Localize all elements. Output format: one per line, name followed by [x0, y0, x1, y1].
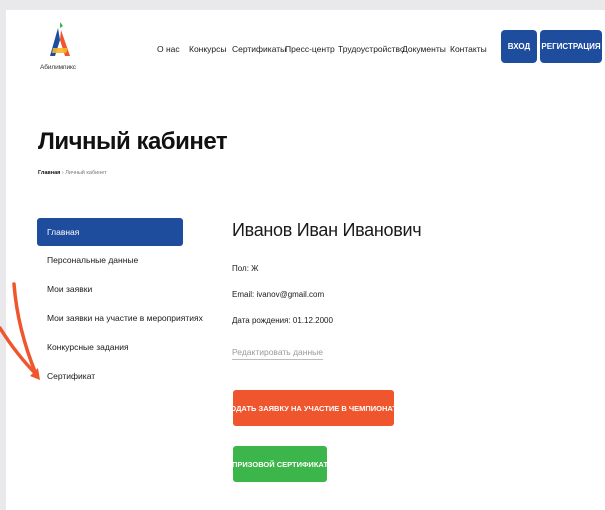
logo-text: Абилимпикс: [40, 64, 76, 71]
prize-certificate-button[interactable]: ПРИЗОВОЙ СЕРТИФИКАТ: [232, 446, 328, 482]
nav-press[interactable]: Пресс-центр: [285, 44, 335, 54]
nav-documents[interactable]: Документы: [402, 44, 446, 54]
sidebar-item-home[interactable]: Главная: [37, 218, 183, 246]
logo-icon: [50, 22, 70, 56]
nav-contacts[interactable]: Контакты: [450, 44, 487, 54]
register-button[interactable]: РЕГИСТРАЦИЯ: [540, 30, 602, 63]
breadcrumb-current: Личный кабинет: [65, 170, 107, 176]
nav-about[interactable]: О нас: [157, 44, 180, 54]
profile-name: Иванов Иван Иванович: [232, 220, 422, 240]
login-button[interactable]: ВХОД: [501, 30, 537, 63]
nav-contests[interactable]: Конкурсы: [189, 44, 226, 54]
profile-birthdate: Дата рождения: 01.12.2000: [232, 316, 333, 325]
apply-championship-button[interactable]: ПОДАТЬ ЗАЯВКУ НА УЧАСТИЕ В ЧЕМПИОНАТЕ: [225, 390, 402, 426]
sidebar-item-personal-data[interactable]: Персональные данные: [37, 248, 183, 272]
profile-email: Email: ivanov@gmail.com: [232, 290, 325, 299]
nav-employment[interactable]: Трудоустройство: [338, 44, 405, 54]
page-title: Личный кабинет: [38, 128, 228, 155]
profile-gender: Пол: Ж: [232, 264, 259, 273]
nav-certificates[interactable]: Сертификаты: [232, 44, 286, 54]
sidebar-item-certificate[interactable]: Сертификат: [37, 364, 183, 388]
breadcrumb-home[interactable]: Главная: [38, 170, 60, 176]
sidebar-item-my-applications[interactable]: Мои заявки: [37, 277, 183, 301]
sidebar-item-contest-tasks[interactable]: Конкурсные задания: [37, 335, 183, 359]
sidebar-item-event-applications[interactable]: Мои заявки на участие в мероприятиях: [37, 306, 203, 330]
edit-profile-link[interactable]: Редактировать данные: [232, 347, 323, 360]
logo[interactable]: Абилимпикс: [32, 20, 84, 76]
annotation-arrow-icon: [0, 282, 40, 380]
breadcrumb: Главная › Личный кабинет: [38, 170, 107, 176]
page: Абилимпикс О нас Конкурсы Сертификаты Пр…: [6, 10, 605, 510]
